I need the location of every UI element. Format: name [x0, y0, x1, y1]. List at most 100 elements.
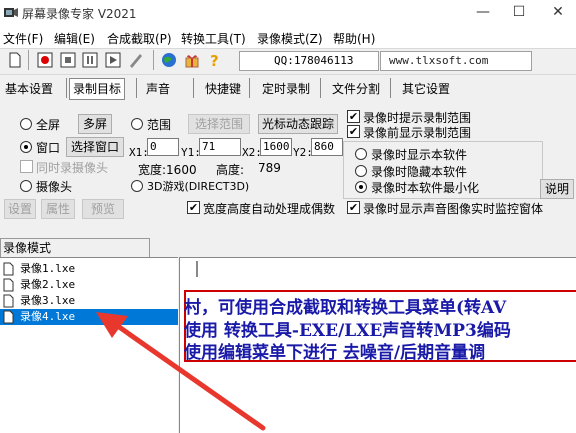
- select-window-button[interactable]: 选择窗口: [66, 137, 124, 157]
- monitor-label: 录像时显示声音图像实时监控窗体: [363, 202, 544, 216]
- stop-icon[interactable]: [59, 51, 77, 69]
- ruler-mark: [196, 261, 198, 277]
- window-title: 屏幕录像专家 V2021: [22, 7, 137, 21]
- explain-button[interactable]: 说明: [540, 179, 574, 199]
- window-label: 窗口: [36, 141, 61, 155]
- file-name: 录像3.lxe: [20, 294, 76, 307]
- auto-even-label: 宽度高度自动处理成偶数: [203, 202, 336, 216]
- list-item[interactable]: 录像1.lxe: [0, 261, 178, 277]
- settings-button[interactable]: 设置: [4, 199, 36, 219]
- x2-label: X2:: [242, 146, 262, 159]
- show-range-before-checkbox[interactable]: ✔: [347, 125, 360, 138]
- x2-input[interactable]: 1600: [260, 138, 292, 156]
- prompt-range-checkbox[interactable]: ✔: [347, 110, 360, 123]
- file-icon: [3, 262, 14, 276]
- gift-icon[interactable]: [183, 51, 201, 69]
- help-icon[interactable]: ?: [205, 51, 223, 69]
- auto-even-checkbox[interactable]: ✔: [187, 201, 200, 214]
- maximize-button[interactable]: ☐: [501, 0, 537, 26]
- fullscreen-radio[interactable]: [20, 118, 32, 130]
- tab-basic-settings[interactable]: 基本设置: [5, 79, 53, 99]
- sync-camera-label: 同时录摄像头: [36, 161, 109, 175]
- y2-label: Y2:: [293, 146, 313, 159]
- height-readout: 789: [258, 161, 281, 175]
- tab-hotkeys[interactable]: 快捷键: [205, 79, 241, 99]
- tab-separator: [193, 78, 194, 98]
- y1-label: Y1:: [181, 146, 201, 159]
- title-bar: 屏幕录像专家 V2021 — ☐ ✕: [0, 0, 576, 26]
- tab-separator: [390, 78, 391, 98]
- y2-input[interactable]: 860: [311, 138, 343, 156]
- file-name: 录像2.lxe: [20, 278, 76, 291]
- x1-label: X1:: [129, 146, 149, 159]
- hide-soft-radio[interactable]: [355, 165, 367, 177]
- menu-compose[interactable]: 合成截取(P): [107, 30, 172, 47]
- list-item[interactable]: 录像2.lxe: [0, 277, 178, 293]
- hide-soft-label: 录像时隐藏本软件: [371, 165, 468, 179]
- menu-record-mode[interactable]: 录像模式(Z): [257, 30, 323, 47]
- record-icon[interactable]: [36, 51, 54, 69]
- record-mode-label: 录像模式: [3, 241, 52, 255]
- tab-separator: [249, 78, 250, 98]
- show-soft-label: 录像时显示本软件: [371, 148, 468, 162]
- new-file-icon[interactable]: [6, 51, 24, 69]
- cursor-follow-button[interactable]: 光标动态跟踪: [258, 114, 338, 134]
- toolbar-separator: [153, 50, 154, 70]
- multiscreen-button[interactable]: 多屏: [78, 114, 112, 134]
- show-range-before-label: 录像前显示录制范围: [363, 126, 472, 140]
- monitor-checkbox[interactable]: ✔: [347, 201, 360, 214]
- width-readout: 宽度:1600: [138, 163, 197, 177]
- close-button[interactable]: ✕: [540, 0, 576, 26]
- tab-separator: [136, 78, 137, 98]
- tab-sound[interactable]: 声音: [146, 79, 170, 99]
- properties-button[interactable]: 属性: [41, 199, 75, 219]
- sync-camera-checkbox[interactable]: [20, 160, 33, 173]
- record-mode-bar: 录像模式: [0, 238, 150, 257]
- game3d-radio[interactable]: [131, 180, 143, 192]
- tab-other-settings[interactable]: 其它设置: [402, 79, 450, 99]
- toolbar-separator: [28, 50, 29, 70]
- pen-icon[interactable]: [127, 51, 145, 69]
- window-radio[interactable]: [20, 141, 32, 153]
- tab-separator: [320, 78, 321, 98]
- file-list[interactable]: 录像1.lxe 录像2.lxe 录像3.lxe 录像4.lxe: [0, 257, 178, 433]
- pause-icon[interactable]: [81, 51, 99, 69]
- range-radio[interactable]: [131, 118, 143, 130]
- menu-edit[interactable]: 编辑(E): [54, 30, 95, 47]
- select-range-button[interactable]: 选择范围: [188, 114, 250, 134]
- tab-separator: [66, 78, 67, 98]
- camera-label: 摄像头: [36, 180, 73, 194]
- svg-text:?: ?: [210, 52, 219, 69]
- tip-line-3: 使用编辑菜单下进行 去噪音/后期音量调: [184, 343, 486, 363]
- list-item-selected[interactable]: 录像4.lxe: [0, 309, 178, 325]
- qq-contact: QQ:178046113: [239, 51, 379, 71]
- preview-button[interactable]: 预览: [82, 199, 124, 219]
- globe-icon[interactable]: [160, 51, 178, 69]
- file-icon: [3, 310, 14, 324]
- minimize-button[interactable]: —: [465, 0, 501, 26]
- range-label: 范围: [147, 118, 172, 132]
- fullscreen-label: 全屏: [36, 118, 61, 132]
- tip-line-1: 村，可使用合成截取和转换工具菜单(转AV: [184, 298, 507, 318]
- menu-convert[interactable]: 转换工具(T): [181, 30, 246, 47]
- height-label: 高度:: [216, 163, 245, 177]
- website-link[interactable]: www.tlxsoft.com: [380, 51, 532, 71]
- file-icon: [3, 278, 14, 292]
- file-name: 录像4.lxe: [20, 310, 76, 323]
- minimize-soft-label: 录像时本软件最小化: [371, 181, 480, 195]
- menu-help[interactable]: 帮助(H): [333, 30, 375, 47]
- y1-input[interactable]: 71: [199, 138, 241, 156]
- x1-input[interactable]: 0: [147, 138, 179, 156]
- tab-record-target[interactable]: 录制目标: [69, 78, 126, 100]
- tab-file-split[interactable]: 文件分割: [332, 79, 380, 99]
- game3d-label: 3D游戏(DIRECT3D): [147, 180, 250, 193]
- menu-file[interactable]: 文件(F): [3, 30, 43, 47]
- file-name: 录像1.lxe: [20, 262, 76, 275]
- play-icon[interactable]: [104, 51, 122, 69]
- tab-schedule[interactable]: 定时录制: [262, 79, 310, 99]
- list-item[interactable]: 录像3.lxe: [0, 293, 178, 309]
- camera-radio[interactable]: [20, 180, 32, 192]
- minimize-soft-radio[interactable]: [355, 181, 367, 193]
- file-icon: [3, 294, 14, 308]
- show-soft-radio[interactable]: [355, 148, 367, 160]
